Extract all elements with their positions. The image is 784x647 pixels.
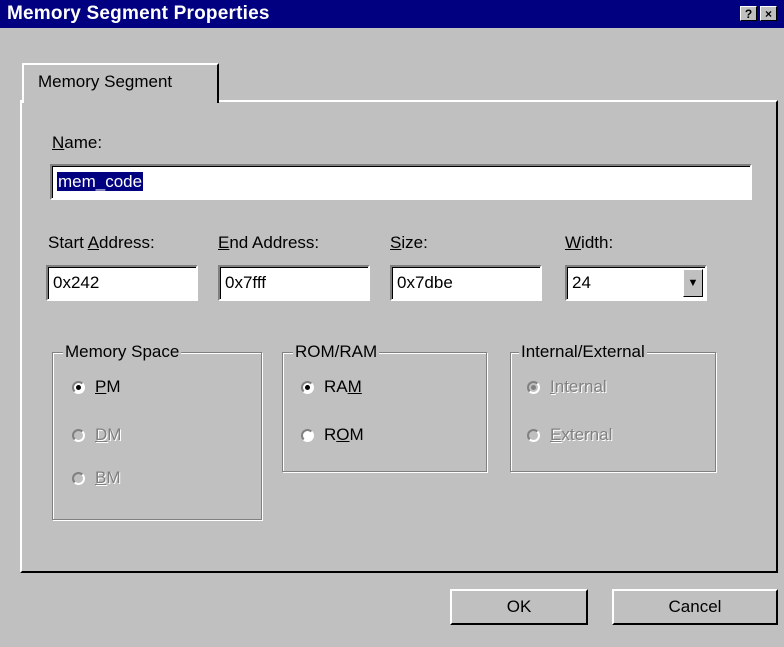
name-label: Name: (52, 133, 103, 152)
cancel-button[interactable]: Cancel (612, 589, 778, 625)
close-button[interactable]: × (760, 6, 777, 21)
radio-pm-label: PM (95, 377, 121, 396)
radio-bm: BM (72, 468, 121, 488)
width-label: Width: (565, 233, 614, 252)
radio-checked-icon (72, 380, 85, 394)
radio-external: External (527, 425, 612, 445)
radio-rom-label: ROM (324, 425, 364, 444)
name-input[interactable]: mem_code (50, 164, 752, 200)
radio-rom[interactable]: ROM (301, 425, 364, 445)
size-label: Size: (390, 233, 428, 252)
radio-dm-label: DM (95, 425, 122, 444)
help-button[interactable]: ? (740, 6, 757, 21)
internal-external-group: Internal/External Internal External (510, 342, 716, 472)
radio-unchecked-icon (72, 471, 85, 485)
radio-bm-label: BM (95, 468, 121, 487)
radio-unchecked-icon (527, 428, 540, 442)
radio-dm: DM (72, 425, 121, 445)
tab-label: Memory Segment (38, 72, 173, 91)
radio-ram-label: RAM (324, 377, 362, 396)
radio-checked-icon (527, 380, 540, 394)
radio-unchecked-icon (301, 428, 314, 442)
radio-internal: Internal (527, 377, 607, 397)
tab-memory-segment[interactable]: Memory Segment (22, 63, 219, 103)
name-value: mem_code (57, 172, 144, 191)
radio-external-label: External (550, 425, 613, 444)
radio-pm[interactable]: PM (72, 377, 121, 397)
radio-ram[interactable]: RAM (301, 377, 362, 397)
start-address-input[interactable]: 0x242 (46, 265, 198, 301)
chevron-down-icon[interactable]: ▼ (683, 269, 703, 297)
end-address-input[interactable]: 0x7fff (218, 265, 370, 301)
internal-external-title: Internal/External (519, 342, 647, 362)
size-input[interactable]: 0x7dbe (390, 265, 542, 301)
memory-space-title: Memory Space (63, 342, 182, 362)
start-address-label: Start Address: (48, 233, 155, 252)
radio-unchecked-icon (72, 428, 85, 442)
width-select[interactable]: 24 ▼ (565, 265, 707, 301)
rom-ram-group: ROM/RAM RAM ROM (282, 342, 487, 472)
rom-ram-title: ROM/RAM (293, 342, 380, 362)
title-bar: Memory Segment Properties ? × (0, 0, 784, 28)
window-title: Memory Segment Properties (7, 3, 270, 24)
radio-internal-label: Internal (550, 377, 607, 396)
memory-space-group: Memory Space PM DM BM (52, 342, 262, 520)
radio-checked-icon (301, 380, 314, 394)
ok-button[interactable]: OK (450, 589, 588, 625)
end-address-label: End Address: (218, 233, 320, 252)
